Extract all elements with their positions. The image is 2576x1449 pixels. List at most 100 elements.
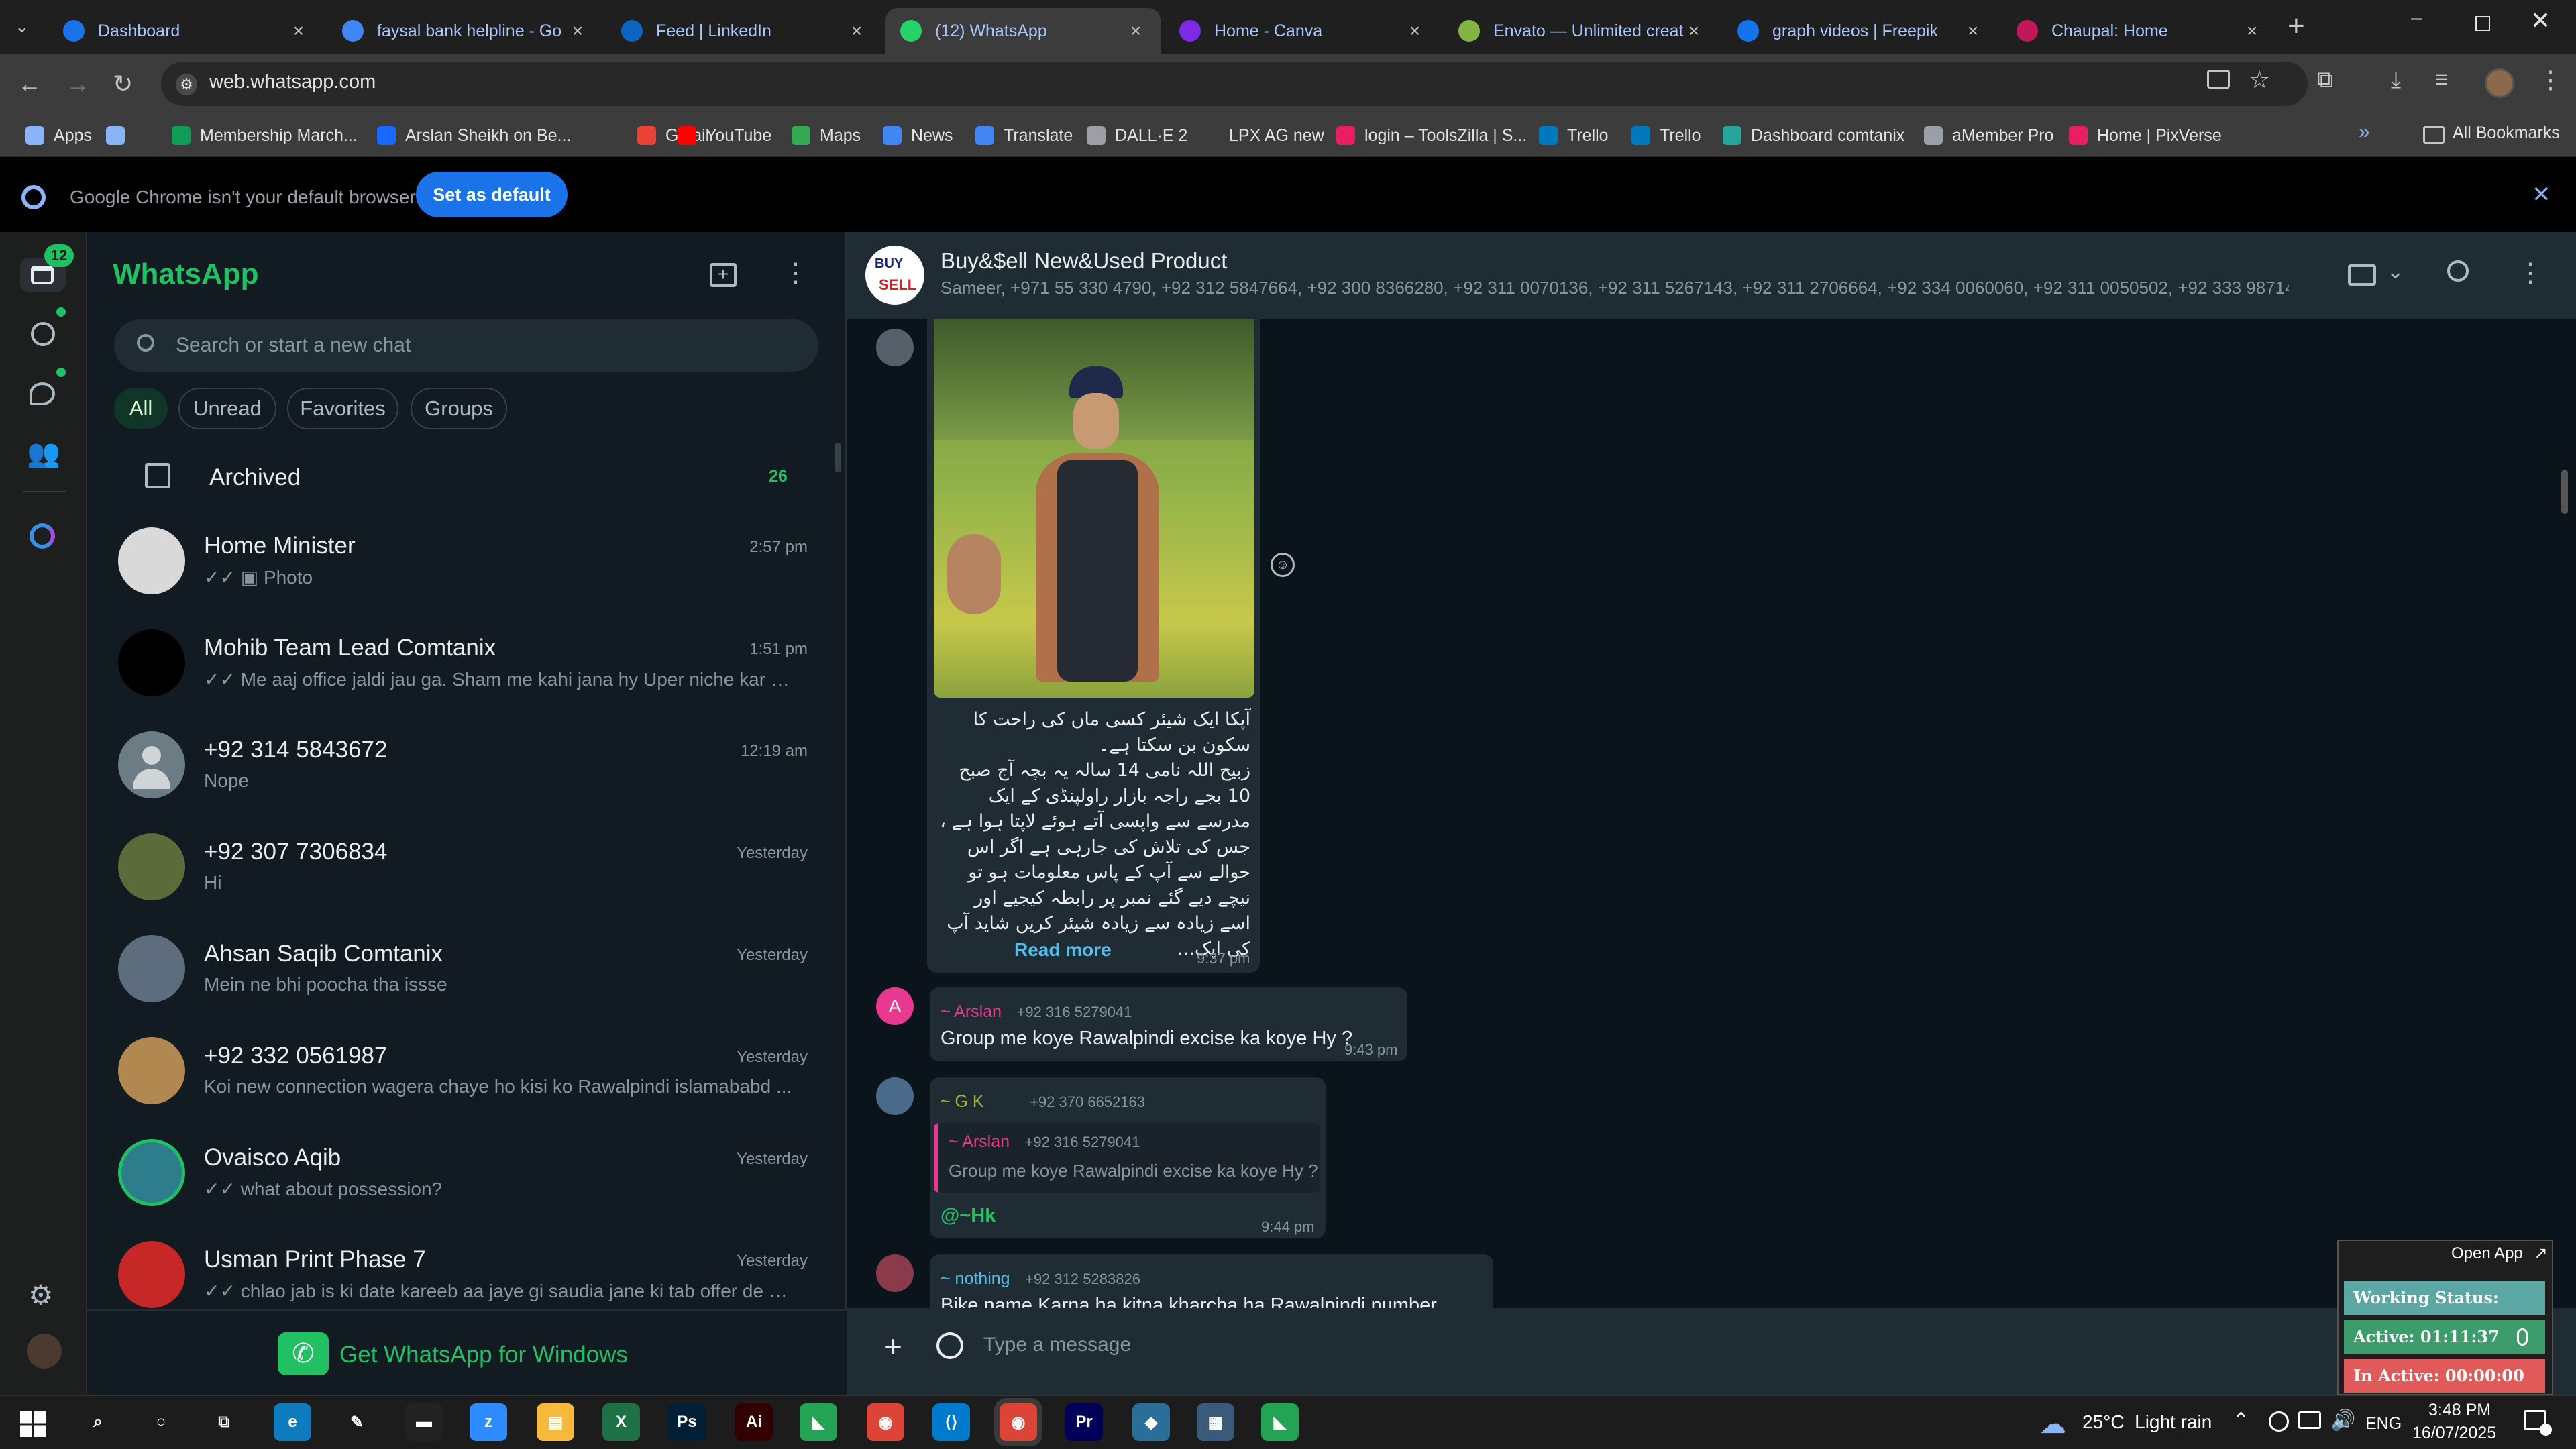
bookmark-item[interactable]: DALL·E 2 — [1087, 122, 1187, 149]
green-app-2-icon[interactable]: ◣ — [1261, 1403, 1299, 1441]
green-app-icon[interactable]: ◣ — [800, 1403, 837, 1441]
extensions-icon[interactable]: ⧉ — [2317, 67, 2333, 93]
chat-list-item[interactable]: +92 332 0561987 Yesterday Koi new connecti… — [87, 1022, 847, 1124]
conversation-header[interactable] — [847, 232, 2576, 319]
close-tab-icon[interactable]: × — [2242, 21, 2262, 41]
file-explorer-icon[interactable]: ▤ — [537, 1403, 574, 1441]
close-tab-icon[interactable]: × — [1126, 21, 1146, 41]
install-app-icon[interactable] — [2207, 70, 2230, 89]
get-app-label[interactable]: Get WhatsApp for Windows — [339, 1342, 628, 1368]
group-members[interactable]: Sameer, +971 55 330 4790, +92 312 584766… — [941, 278, 2289, 299]
message-input[interactable] — [983, 1328, 2258, 1362]
close-tab-icon[interactable]: × — [288, 21, 309, 41]
bookmark-item[interactable]: YouTube — [678, 122, 771, 149]
close-tab-icon[interactable]: × — [1405, 21, 1425, 41]
chevron-down-icon[interactable]: ⌄ — [2387, 260, 2404, 284]
browser-tab[interactable]: Envato — Unlimited creat × — [1444, 8, 1719, 54]
close-tab-icon[interactable]: × — [1963, 21, 1983, 41]
browser-tab[interactable]: Home - Canva × — [1165, 8, 1440, 54]
close-window-button[interactable]: ✕ — [2530, 7, 2551, 35]
network-icon[interactable] — [2298, 1411, 2321, 1429]
close-tab-icon[interactable]: × — [847, 21, 867, 41]
clock-date[interactable]: 16/07/2025 — [2412, 1424, 2496, 1443]
bookmarks-overflow-icon[interactable]: » — [2359, 121, 2370, 144]
filter-chip-unread[interactable]: Unread — [178, 388, 276, 429]
browser-tab[interactable]: Chaupal: Home × — [2002, 8, 2277, 54]
app-icon[interactable]: ◆ — [1132, 1403, 1170, 1441]
group-avatar[interactable]: BUY SELL — [865, 246, 924, 305]
filter-chip-all[interactable]: All — [114, 388, 168, 429]
bookmark-item[interactable]: Apps — [25, 122, 92, 149]
task-view-icon[interactable]: ⧉ — [205, 1403, 243, 1441]
premiere-icon[interactable]: Pr — [1065, 1403, 1103, 1441]
weather-icon[interactable]: ☁ — [2039, 1409, 2066, 1440]
bookmark-item[interactable]: Home | PixVerse — [2069, 122, 2222, 149]
zoom-icon[interactable]: z — [470, 1403, 507, 1441]
forward-icon[interactable]: → — [66, 70, 90, 98]
chat-list-item[interactable]: Usman Print Phase 7 Yesterday ✓✓ chlao jab… — [87, 1226, 847, 1309]
sticker-icon[interactable] — [936, 1332, 963, 1359]
sender-name[interactable]: ~ Arslan — [941, 1002, 1002, 1021]
chrome-menu-icon[interactable]: ⋮ — [2538, 66, 2563, 94]
volume-icon[interactable]: 🔊 — [2330, 1409, 2355, 1432]
sender-avatar[interactable] — [876, 1077, 914, 1115]
list-scrollbar[interactable] — [835, 443, 841, 472]
photoshop-icon[interactable]: Ps — [668, 1403, 706, 1441]
language-indicator[interactable]: ENG — [2365, 1414, 2402, 1434]
clock-time[interactable]: 3:48 PM — [2428, 1401, 2491, 1420]
bookmark-item[interactable]: Arslan Sheikh on Be... — [377, 122, 571, 149]
windows-start-icon[interactable] — [20, 1411, 46, 1437]
bookmark-item[interactable]: Maps — [792, 122, 861, 149]
close-infobar-icon[interactable]: ✕ — [2532, 181, 2551, 208]
close-tab-icon[interactable]: × — [568, 21, 588, 41]
read-more-link[interactable]: Read more — [1014, 939, 1112, 961]
illustrator-icon[interactable]: Ai — [735, 1403, 773, 1441]
pen-icon[interactable]: ✎ — [338, 1403, 376, 1441]
chat-list-item[interactable]: Ahsan Saqib Comtanix Yesterday Mein ne bhi… — [87, 920, 847, 1022]
bookmark-item[interactable]: Trello — [1539, 122, 1609, 149]
chat-list-item[interactable]: Ovaisco Aqib Yesterday ✓✓ what about posse… — [87, 1124, 847, 1226]
vscode-icon[interactable]: ⟨⟩ — [932, 1403, 970, 1441]
restore-button[interactable] — [2475, 16, 2490, 31]
all-bookmarks[interactable]: All Bookmarks — [2453, 123, 2560, 143]
bookmark-item[interactable]: aMember Pro — [1924, 122, 2053, 149]
sender-name[interactable]: ~ G K — [941, 1092, 984, 1111]
search-icon[interactable]: ⌕ — [79, 1403, 117, 1441]
browser-tab[interactable]: (12) WhatsApp × — [885, 8, 1161, 54]
edge-icon[interactable]: e — [274, 1403, 311, 1441]
calculator-icon[interactable]: ▦ — [1197, 1403, 1234, 1441]
attach-icon[interactable]: + — [884, 1328, 902, 1364]
tray-chevron-icon[interactable]: ⌃ — [2233, 1409, 2249, 1432]
message-bubble[interactable] — [930, 987, 1407, 1061]
react-emoji-icon[interactable]: ☺ — [1271, 553, 1295, 577]
new-tab-button[interactable]: + — [2288, 9, 2305, 43]
bookmark-item[interactable]: Translate — [975, 122, 1073, 149]
channels-icon[interactable] — [30, 382, 55, 405]
chat-menu-icon[interactable]: ⋮ — [2517, 258, 2544, 288]
sender-avatar[interactable] — [876, 329, 914, 366]
tray-app-icon[interactable] — [2269, 1411, 2289, 1432]
video-call-icon[interactable] — [2348, 264, 2376, 286]
set-default-button[interactable]: Set as default — [416, 172, 568, 217]
address-bar[interactable] — [161, 62, 2308, 106]
chat-list-item[interactable]: +92 314 5843672 12:19 am Nope — [87, 716, 847, 818]
status-icon[interactable] — [31, 322, 55, 346]
my-avatar[interactable] — [27, 1334, 62, 1368]
filter-chip-favorites[interactable]: Favorites — [287, 388, 398, 429]
bookmark-item[interactable]: Dashboard comtanix — [1723, 122, 1904, 149]
profile-avatar[interactable] — [2485, 68, 2514, 98]
menu-icon[interactable]: ⋮ — [782, 258, 809, 288]
download-icon[interactable]: ⤓ — [2391, 67, 2401, 93]
mic-icon[interactable] — [2517, 1328, 2528, 1346]
bookmark-item[interactable]: Membership March... — [172, 122, 358, 149]
meta-ai-icon[interactable] — [30, 523, 55, 549]
settings-icon[interactable]: ⚙ — [28, 1279, 54, 1311]
communities-icon[interactable]: 👥 — [27, 437, 60, 469]
chrome-icon[interactable]: ◉ — [867, 1403, 904, 1441]
url-text[interactable]: web.whatsapp.com — [209, 71, 376, 93]
chrome-active-icon[interactable]: ◉ — [1000, 1403, 1037, 1441]
chat-list-item[interactable]: Mohib Team Lead Comtanix 1:51 pm ✓✓ Me aaj… — [87, 614, 847, 716]
close-tab-icon[interactable]: × — [1684, 21, 1704, 41]
back-icon[interactable]: ← — [17, 70, 42, 98]
terminal-icon[interactable]: ▬ — [405, 1403, 443, 1441]
